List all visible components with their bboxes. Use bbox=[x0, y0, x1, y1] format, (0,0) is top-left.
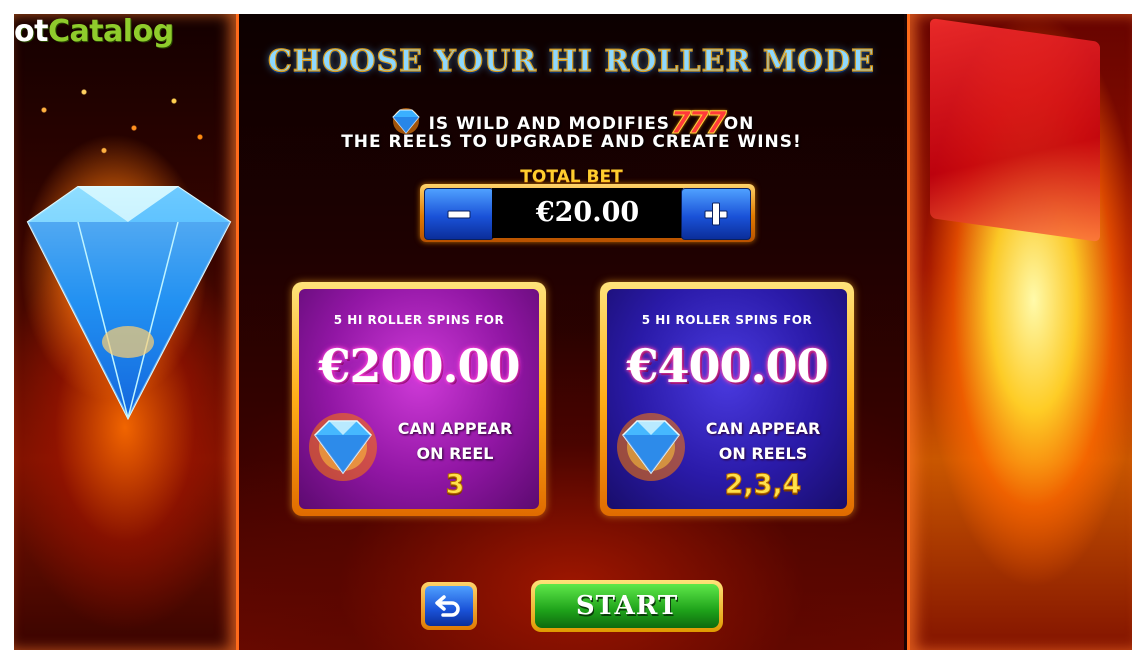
option-heading: 5 HI ROLLER SPINS FOR bbox=[641, 313, 813, 327]
game-frame: otCatalog CHOOSE YOUR HI ROLLER MODE IS … bbox=[14, 14, 1132, 650]
increase-bet-button[interactable] bbox=[681, 188, 751, 240]
option-text-1: CAN APPEAR bbox=[397, 419, 513, 438]
logo-part-2: Catalog bbox=[47, 14, 174, 49]
option-reels: 3 bbox=[445, 469, 465, 501]
option-text-2: ON REELS bbox=[718, 444, 808, 463]
description-text: IS WILD AND MODIFIES bbox=[428, 114, 671, 134]
blue-diamond-icon bbox=[26, 186, 232, 421]
left-art-panel: otCatalog bbox=[14, 14, 239, 650]
option-heading: 5 HI ROLLER SPINS FOR bbox=[333, 313, 505, 327]
plus-icon bbox=[704, 202, 728, 226]
decrease-bet-button[interactable] bbox=[424, 188, 494, 240]
option-card-body: 5 HI ROLLER SPINS FOR €200.00 CAN APPEAR… bbox=[299, 289, 539, 509]
watermark-logo: otCatalog bbox=[14, 14, 174, 49]
option-text-2: ON REEL bbox=[416, 444, 494, 463]
page-title: CHOOSE YOUR HI ROLLER MODE bbox=[267, 43, 876, 79]
option-text-1: CAN APPEAR bbox=[705, 419, 821, 438]
fire-sparks bbox=[24, 74, 224, 164]
option-price: €200.00 bbox=[318, 339, 520, 393]
start-button-label: START bbox=[535, 584, 719, 628]
option-reels: 2,3,4 bbox=[724, 469, 802, 501]
fire-diamond-icon bbox=[309, 413, 377, 481]
back-arrow-icon bbox=[435, 595, 460, 617]
mode-select-panel: CHOOSE YOUR HI ROLLER MODE IS WILD AND M… bbox=[239, 14, 904, 650]
option-price: €400.00 bbox=[626, 339, 828, 393]
total-bet-value: €20.00 bbox=[492, 188, 683, 238]
description-line-2: THE REELS TO UPGRADE AND CREATE WINS! bbox=[341, 132, 802, 152]
logo-part-1: ot bbox=[14, 14, 48, 49]
flame-banner-art bbox=[930, 18, 1100, 242]
back-button-face bbox=[425, 586, 473, 626]
start-button[interactable]: START bbox=[531, 580, 723, 632]
hi-roller-option-200[interactable]: 5 HI ROLLER SPINS FOR €200.00 CAN APPEAR… bbox=[292, 282, 546, 516]
fire-diamond-icon bbox=[617, 413, 685, 481]
wild-diamond-icon bbox=[391, 108, 420, 134]
description-text-end: ON bbox=[723, 114, 755, 134]
back-button[interactable] bbox=[421, 582, 477, 630]
bet-stepper: €20.00 bbox=[420, 184, 755, 242]
right-art-panel bbox=[907, 14, 1132, 650]
option-card-body: 5 HI ROLLER SPINS FOR €400.00 CAN APPEAR… bbox=[607, 289, 847, 509]
minus-icon bbox=[447, 210, 471, 219]
hi-roller-option-400[interactable]: 5 HI ROLLER SPINS FOR €400.00 CAN APPEAR… bbox=[600, 282, 854, 516]
